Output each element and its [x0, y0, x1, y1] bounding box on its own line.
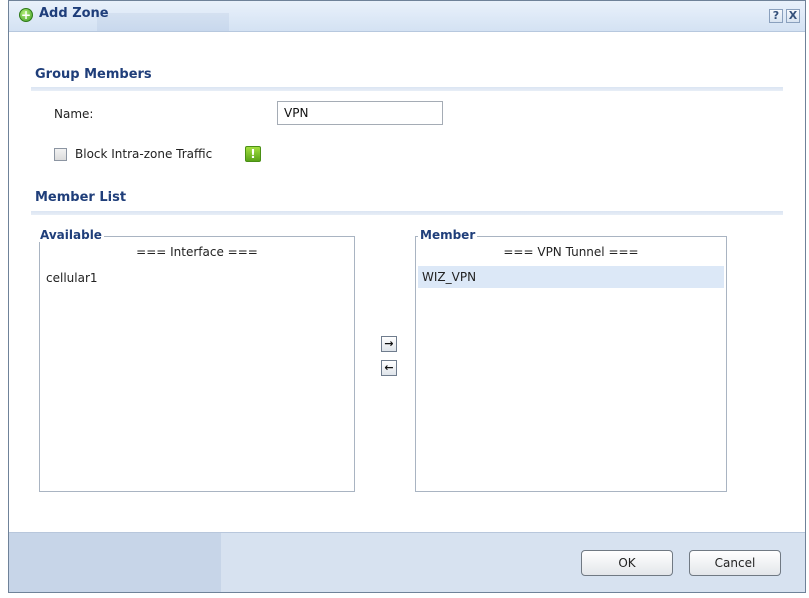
block-intra-zone-checkbox[interactable]	[54, 148, 67, 161]
list-item[interactable]: WIZ_VPN	[418, 266, 724, 288]
warning-icon[interactable]: !	[245, 146, 261, 162]
dialog-footer: OK Cancel	[9, 532, 805, 592]
section-divider	[31, 87, 783, 91]
member-header: === VPN Tunnel ===	[503, 245, 639, 259]
member-list[interactable]: Member === VPN Tunnel === WIZ_VPN	[415, 228, 727, 492]
available-header: === Interface ===	[136, 245, 258, 259]
add-arrow-button[interactable]: →	[381, 336, 397, 352]
available-list[interactable]: Available === Interface === cellular1	[38, 228, 355, 492]
add-zone-dialog: + Add Zone ? X Group Members Name: Block…	[8, 0, 806, 593]
remove-arrow-button[interactable]: ←	[381, 360, 397, 376]
add-zone-icon: +	[19, 8, 33, 22]
ghost-tab	[97, 13, 229, 31]
available-legend: Available	[38, 228, 104, 242]
title-bar[interactable]: + Add Zone ? X	[9, 1, 805, 32]
footer-left-panel	[9, 533, 221, 592]
member-legend: Member	[418, 228, 478, 242]
help-icon[interactable]: ?	[769, 9, 783, 23]
ok-button[interactable]: OK	[581, 550, 673, 576]
member-list-title: Member List	[35, 190, 127, 205]
close-icon[interactable]: X	[786, 9, 800, 23]
section-divider	[31, 211, 783, 215]
group-members-title: Group Members	[35, 67, 152, 82]
name-label: Name:	[54, 107, 94, 121]
cancel-button[interactable]: Cancel	[689, 550, 781, 576]
name-field[interactable]	[277, 101, 443, 125]
list-item[interactable]: cellular1	[42, 267, 352, 289]
dialog-title: Add Zone	[39, 6, 109, 21]
block-intra-zone-label: Block Intra-zone Traffic	[75, 147, 213, 161]
